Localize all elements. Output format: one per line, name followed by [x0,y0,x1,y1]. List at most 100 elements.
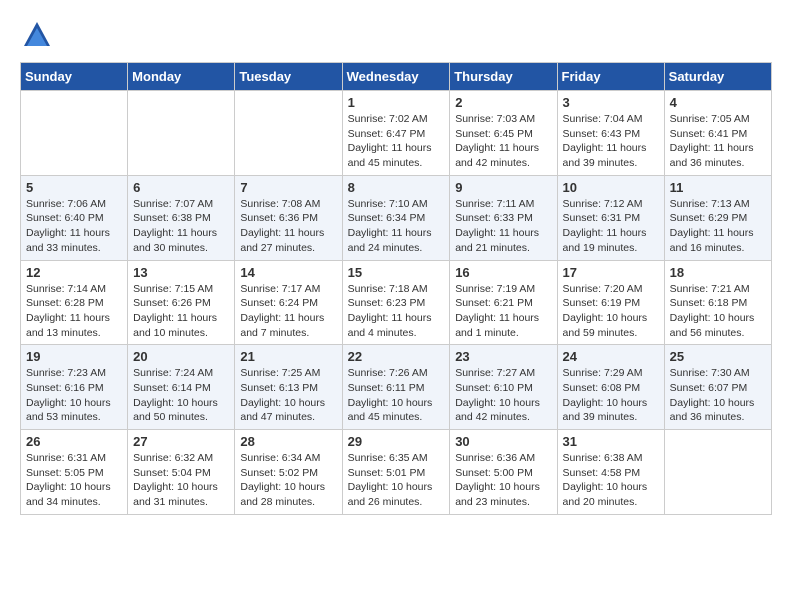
day-info: Sunrise: 7:02 AM Sunset: 6:47 PM Dayligh… [348,112,445,171]
logo-icon [22,20,52,50]
calendar-cell [664,430,771,515]
calendar-cell: 14 Sunrise: 7:17 AM Sunset: 6:24 PM Dayli… [235,260,342,345]
day-info: Sunrise: 7:18 AM Sunset: 6:23 PM Dayligh… [348,282,445,341]
calendar-cell: 26 Sunrise: 6:31 AM Sunset: 5:05 PM Dayli… [21,430,128,515]
day-number: 7 [240,180,336,195]
calendar-header-tuesday: Tuesday [235,63,342,91]
calendar-week-row: 5 Sunrise: 7:06 AM Sunset: 6:40 PM Daylig… [21,175,772,260]
calendar-week-row: 1 Sunrise: 7:02 AM Sunset: 6:47 PM Daylig… [21,91,772,176]
day-info: Sunrise: 6:34 AM Sunset: 5:02 PM Dayligh… [240,451,336,510]
day-number: 29 [348,434,445,449]
day-info: Sunrise: 7:08 AM Sunset: 6:36 PM Dayligh… [240,197,336,256]
calendar-cell: 25 Sunrise: 7:30 AM Sunset: 6:07 PM Dayli… [664,345,771,430]
day-info: Sunrise: 7:26 AM Sunset: 6:11 PM Dayligh… [348,366,445,425]
day-number: 18 [670,265,766,280]
day-info: Sunrise: 7:17 AM Sunset: 6:24 PM Dayligh… [240,282,336,341]
calendar-week-row: 19Sunrise: 7:23 AM Sunset: 6:16 PM Dayli… [21,345,772,430]
day-info: Sunrise: 7:21 AM Sunset: 6:18 PM Dayligh… [670,282,766,341]
calendar-cell: 21Sunrise: 7:25 AM Sunset: 6:13 PM Dayli… [235,345,342,430]
calendar-header-monday: Monday [128,63,235,91]
calendar-cell: 4 Sunrise: 7:05 AM Sunset: 6:41 PM Daylig… [664,91,771,176]
day-info: Sunrise: 7:25 AM Sunset: 6:13 PM Dayligh… [240,366,336,425]
day-number: 2 [455,95,551,110]
day-number: 1 [348,95,445,110]
day-number: 28 [240,434,336,449]
day-info: Sunrise: 7:10 AM Sunset: 6:34 PM Dayligh… [348,197,445,256]
calendar-header-wednesday: Wednesday [342,63,450,91]
calendar-cell: 18 Sunrise: 7:21 AM Sunset: 6:18 PM Dayli… [664,260,771,345]
day-info: Sunrise: 7:15 AM Sunset: 6:26 PM Dayligh… [133,282,229,341]
calendar-cell: 16Sunrise: 7:19 AM Sunset: 6:21 PM Dayli… [450,260,557,345]
calendar-cell: 17Sunrise: 7:20 AM Sunset: 6:19 PM Dayli… [557,260,664,345]
calendar-header-sunday: Sunday [21,63,128,91]
day-info: Sunrise: 7:11 AM Sunset: 6:33 PM Dayligh… [455,197,551,256]
calendar-cell: 7 Sunrise: 7:08 AM Sunset: 6:36 PM Daylig… [235,175,342,260]
day-number: 17 [563,265,659,280]
day-info: Sunrise: 7:12 AM Sunset: 6:31 PM Dayligh… [563,197,659,256]
day-number: 10 [563,180,659,195]
calendar-cell: 27 Sunrise: 6:32 AM Sunset: 5:04 PM Dayli… [128,430,235,515]
day-number: 23 [455,349,551,364]
day-info: Sunrise: 7:13 AM Sunset: 6:29 PM Dayligh… [670,197,766,256]
day-number: 16 [455,265,551,280]
calendar-week-row: 12 Sunrise: 7:14 AM Sunset: 6:28 PM Dayli… [21,260,772,345]
day-info: Sunrise: 6:38 AM Sunset: 4:58 PM Dayligh… [563,451,659,510]
day-number: 6 [133,180,229,195]
day-info: Sunrise: 7:04 AM Sunset: 6:43 PM Dayligh… [563,112,659,171]
day-info: Sunrise: 7:30 AM Sunset: 6:07 PM Dayligh… [670,366,766,425]
day-info: Sunrise: 7:07 AM Sunset: 6:38 PM Dayligh… [133,197,229,256]
day-info: Sunrise: 7:29 AM Sunset: 6:08 PM Dayligh… [563,366,659,425]
day-info: Sunrise: 7:24 AM Sunset: 6:14 PM Dayligh… [133,366,229,425]
day-info: Sunrise: 7:03 AM Sunset: 6:45 PM Dayligh… [455,112,551,171]
calendar-table: SundayMondayTuesdayWednesdayThursdayFrid… [20,62,772,515]
calendar-cell [235,91,342,176]
day-info: Sunrise: 7:14 AM Sunset: 6:28 PM Dayligh… [26,282,122,341]
day-number: 22 [348,349,445,364]
calendar-cell: 29 Sunrise: 6:35 AM Sunset: 5:01 PM Dayli… [342,430,450,515]
day-number: 9 [455,180,551,195]
day-info: Sunrise: 6:36 AM Sunset: 5:00 PM Dayligh… [455,451,551,510]
logo [20,20,52,46]
day-info: Sunrise: 6:32 AM Sunset: 5:04 PM Dayligh… [133,451,229,510]
calendar-cell: 22 Sunrise: 7:26 AM Sunset: 6:11 PM Dayli… [342,345,450,430]
calendar-cell: 19Sunrise: 7:23 AM Sunset: 6:16 PM Dayli… [21,345,128,430]
calendar-cell: 24 Sunrise: 7:29 AM Sunset: 6:08 PM Dayli… [557,345,664,430]
calendar-cell: 8 Sunrise: 7:10 AM Sunset: 6:34 PM Daylig… [342,175,450,260]
day-number: 13 [133,265,229,280]
calendar-cell: 20Sunrise: 7:24 AM Sunset: 6:14 PM Dayli… [128,345,235,430]
day-number: 15 [348,265,445,280]
day-info: Sunrise: 6:35 AM Sunset: 5:01 PM Dayligh… [348,451,445,510]
day-number: 5 [26,180,122,195]
calendar-cell: 23Sunrise: 7:27 AM Sunset: 6:10 PM Dayli… [450,345,557,430]
calendar-cell: 31 Sunrise: 6:38 AM Sunset: 4:58 PM Dayli… [557,430,664,515]
calendar-cell: 10 Sunrise: 7:12 AM Sunset: 6:31 PM Dayli… [557,175,664,260]
day-number: 30 [455,434,551,449]
calendar-header-thursday: Thursday [450,63,557,91]
calendar-cell: 28 Sunrise: 6:34 AM Sunset: 5:02 PM Dayli… [235,430,342,515]
calendar-cell: 9 Sunrise: 7:11 AM Sunset: 6:33 PM Daylig… [450,175,557,260]
day-number: 14 [240,265,336,280]
calendar-cell: 2 Sunrise: 7:03 AM Sunset: 6:45 PM Daylig… [450,91,557,176]
calendar-cell: 13 Sunrise: 7:15 AM Sunset: 6:26 PM Dayli… [128,260,235,345]
calendar-cell: 12 Sunrise: 7:14 AM Sunset: 6:28 PM Dayli… [21,260,128,345]
day-info: Sunrise: 7:05 AM Sunset: 6:41 PM Dayligh… [670,112,766,171]
day-number: 8 [348,180,445,195]
calendar-cell: 6 Sunrise: 7:07 AM Sunset: 6:38 PM Daylig… [128,175,235,260]
calendar-cell: 1 Sunrise: 7:02 AM Sunset: 6:47 PM Daylig… [342,91,450,176]
day-number: 31 [563,434,659,449]
calendar-header-saturday: Saturday [664,63,771,91]
day-info: Sunrise: 7:23 AM Sunset: 6:16 PM Dayligh… [26,366,122,425]
day-number: 4 [670,95,766,110]
day-info: Sunrise: 6:31 AM Sunset: 5:05 PM Dayligh… [26,451,122,510]
day-info: Sunrise: 7:06 AM Sunset: 6:40 PM Dayligh… [26,197,122,256]
day-number: 26 [26,434,122,449]
day-number: 12 [26,265,122,280]
calendar-cell [21,91,128,176]
day-number: 25 [670,349,766,364]
page-header [20,20,772,46]
day-number: 27 [133,434,229,449]
day-number: 24 [563,349,659,364]
calendar-cell: 3Sunrise: 7:04 AM Sunset: 6:43 PM Daylig… [557,91,664,176]
calendar-cell [128,91,235,176]
day-number: 11 [670,180,766,195]
